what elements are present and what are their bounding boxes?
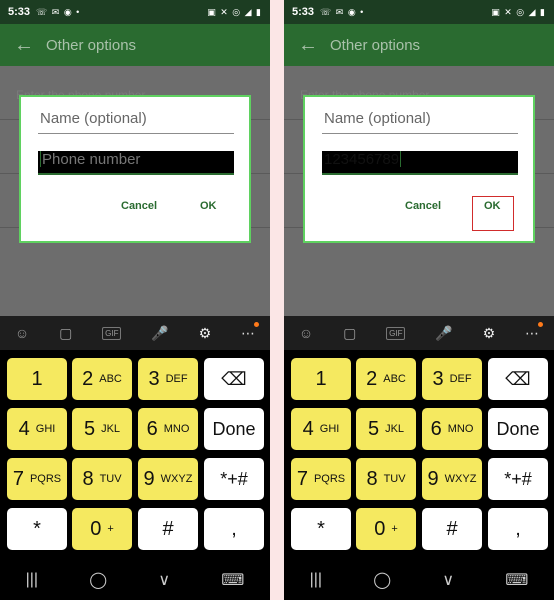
app-bar-title: Other options [330, 36, 421, 54]
hide-keyboard-icon[interactable]: ∨ [442, 570, 454, 590]
microphone-icon[interactable]: 🎤 [435, 325, 452, 342]
gif-icon[interactable]: GIF [102, 326, 122, 340]
key-1[interactable]: 1 [291, 358, 351, 400]
add-contact-dialog: Name (optional) Phone number Cancel OK [19, 95, 251, 243]
gif-icon[interactable]: GIF [386, 326, 406, 340]
home-icon[interactable]: ◯ [89, 570, 107, 590]
key-5[interactable]: 5 JKL [72, 408, 132, 450]
key-8[interactable]: 8 TUV [356, 458, 416, 500]
keyboard-icon[interactable]: ⌨ [221, 570, 244, 590]
phone-screen-left: 5:33 ☏ ✉ ◉ • ▣ ✕ ◎ ◢ ▮ ← Other options E… [0, 0, 270, 600]
status-time: 5:33 [292, 6, 315, 18]
phone-number-input[interactable]: 123456789 [322, 151, 518, 175]
key-2[interactable]: 2 ABC [72, 358, 132, 400]
status-right-icons: ▣ ✕ ◎ ◢ ▮ [491, 6, 546, 17]
more-icon[interactable]: ⋯ [241, 321, 260, 342]
phone-number-input[interactable]: Phone number [38, 151, 234, 175]
status-right-icons: ▣ ✕ ◎ ◢ ▮ [207, 6, 262, 17]
key-9[interactable]: 9 WXYZ [138, 458, 198, 500]
keyboard-toolbar: ☺ ▢ GIF 🎤 ⚙ ⋯ [284, 316, 554, 350]
text-cursor [400, 151, 402, 167]
hide-keyboard-icon[interactable]: ∨ [158, 570, 170, 590]
key-6[interactable]: 6 MNO [422, 408, 482, 450]
name-input[interactable]: Name (optional) [322, 110, 518, 134]
keyboard-icon[interactable]: ⌨ [505, 570, 528, 590]
key-hash[interactable]: # [422, 508, 482, 550]
system-nav-bar: ||| ◯ ∨ ⌨ [0, 560, 270, 600]
gear-icon[interactable]: ⚙ [199, 325, 212, 342]
phone-screen-right: 5:33 ☏ ✉ ◉ • ▣ ✕ ◎ ◢ ▮ ← Other options E… [284, 0, 554, 600]
ok-button[interactable]: OK [200, 200, 217, 212]
key-0[interactable]: 0 + [72, 508, 132, 550]
key-comma[interactable]: , [488, 508, 548, 550]
key-0[interactable]: 0 + [356, 508, 416, 550]
home-icon[interactable]: ◯ [373, 570, 391, 590]
cancel-button[interactable]: Cancel [405, 200, 441, 212]
app-bar: ← Other options [0, 24, 270, 66]
numeric-keypad: 1 2 ABC 3 DEF ⌫ 4 GHI 5 JKL 6 MNO Done 7 PQRS … [284, 350, 554, 560]
backspace-icon: ⌫ [505, 368, 531, 389]
key-hash[interactable]: # [138, 508, 198, 550]
symbols-key[interactable]: *+# [204, 458, 264, 500]
key-2[interactable]: 2 ABC [356, 358, 416, 400]
cancel-button[interactable]: Cancel [121, 200, 157, 212]
key-comma[interactable]: , [204, 508, 264, 550]
back-arrow-icon[interactable]: ← [14, 34, 34, 57]
key-5[interactable]: 5 JKL [356, 408, 416, 450]
text-cursor [40, 151, 41, 167]
backspace-key[interactable]: ⌫ [204, 358, 264, 400]
key-6[interactable]: 6 MNO [138, 408, 198, 450]
backspace-icon: ⌫ [221, 368, 247, 389]
more-icon[interactable]: ⋯ [525, 321, 544, 342]
key-1[interactable]: 1 [7, 358, 67, 400]
key-4[interactable]: 4 GHI [291, 408, 351, 450]
key-4[interactable]: 4 GHI [7, 408, 67, 450]
notification-dot [538, 321, 544, 327]
backspace-key[interactable]: ⌫ [488, 358, 548, 400]
key-8[interactable]: 8 TUV [72, 458, 132, 500]
key-asterisk[interactable]: * [291, 508, 351, 550]
key-3[interactable]: 3 DEF [138, 358, 198, 400]
status-bar: 5:33 ☏ ✉ ◉ • ▣ ✕ ◎ ◢ ▮ [284, 0, 554, 24]
gear-icon[interactable]: ⚙ [483, 325, 496, 342]
microphone-icon[interactable]: 🎤 [151, 325, 168, 342]
sticker-icon[interactable]: ▢ [59, 325, 72, 342]
app-bar-title: Other options [46, 36, 137, 54]
key-9[interactable]: 9 WXYZ [422, 458, 482, 500]
app-bar: ← Other options [284, 24, 554, 66]
screenshot-pair: 5:33 ☏ ✉ ◉ • ▣ ✕ ◎ ◢ ▮ ← Other options E… [0, 0, 554, 600]
system-nav-bar: ||| ◯ ∨ ⌨ [284, 560, 554, 600]
key-asterisk[interactable]: * [7, 508, 67, 550]
status-time: 5:33 [8, 6, 31, 18]
emoji-icon[interactable]: ☺ [299, 325, 313, 341]
keyboard-toolbar: ☺ ▢ GIF 🎤 ⚙ ⋯ [0, 316, 270, 350]
add-contact-dialog: Name (optional) 123456789 Cancel OK [303, 95, 535, 243]
key-7[interactable]: 7 PQRS [7, 458, 67, 500]
key-3[interactable]: 3 DEF [422, 358, 482, 400]
done-key[interactable]: Done [488, 408, 548, 450]
key-7[interactable]: 7 PQRS [291, 458, 351, 500]
back-arrow-icon[interactable]: ← [298, 34, 318, 57]
notification-dot [254, 321, 260, 327]
sticker-icon[interactable]: ▢ [343, 325, 356, 342]
ok-highlight-box [472, 196, 514, 231]
emoji-icon[interactable]: ☺ [15, 325, 29, 341]
symbols-key[interactable]: *+# [488, 458, 548, 500]
numeric-keypad: 1 2 ABC 3 DEF ⌫ 4 GHI 5 JKL 6 MNO Done 7 PQRS … [0, 350, 270, 560]
done-key[interactable]: Done [204, 408, 264, 450]
status-left-icons: ☏ ✉ ◉ • [320, 6, 365, 17]
status-left-icons: ☏ ✉ ◉ • [36, 6, 81, 17]
recent-apps-icon[interactable]: ||| [26, 571, 38, 589]
name-input[interactable]: Name (optional) [38, 110, 234, 134]
recent-apps-icon[interactable]: ||| [310, 571, 322, 589]
status-bar: 5:33 ☏ ✉ ◉ • ▣ ✕ ◎ ◢ ▮ [0, 0, 270, 24]
